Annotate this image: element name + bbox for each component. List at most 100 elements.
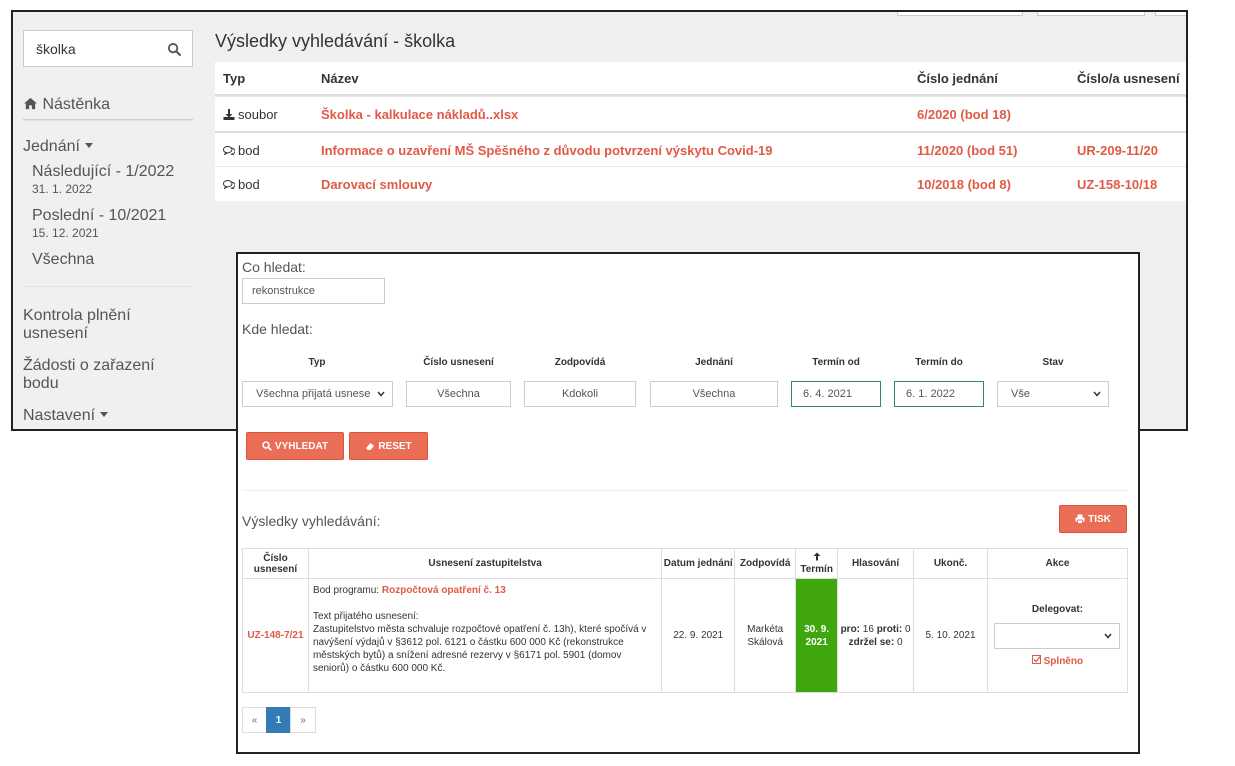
page-title: Výsledky vyhledávání - školka [215,31,456,51]
sidebar-item-dashboard[interactable]: Nástěnka [23,96,110,114]
row-type: bod [223,143,260,158]
pager-next[interactable]: » [290,707,316,733]
header-cislo-usneseni: Číslo/a usnesení [1077,71,1180,86]
query-input-value: rekonstrukce [252,285,315,297]
resolution-number-input[interactable]: Všechna [406,381,511,407]
sort-up-icon [813,552,821,561]
mark-done-link[interactable]: Splněno [988,655,1127,667]
col-datum[interactable]: Datum jednání [661,548,736,579]
resolution-link[interactable]: UR-209-11/20 [1077,143,1158,158]
result-link[interactable]: Školka - kalkulace nákladů..xlsx [321,107,518,122]
votes-for-label: pro: [840,623,861,635]
sidebar-item-label: Nastavení [23,407,96,424]
responsible-first-name: Markéta [747,623,784,635]
deadline-cell: 30. 9. 2021 [795,578,839,693]
filter-label-jednani: Jednání [695,357,733,368]
meeting-link[interactable]: 6/2020 (bod 18) [917,107,1011,122]
responsible-last-name: Skálová [747,636,783,648]
sidebar-item-control[interactable]: Kontrola plnění usnesení [23,307,183,343]
date-to-input[interactable]: 6. 1. 2022 [894,381,984,407]
sidebar-item-requests[interactable]: Žádosti o zařazení bodu [23,357,183,393]
chevron-down-icon [1093,391,1101,397]
print-button[interactable]: TISK [1059,505,1127,533]
col-termin-label: Termín [800,564,833,575]
responsible-input[interactable]: Kdokoli [524,381,636,407]
print-icon [1075,514,1085,524]
sidebar-item-next-meeting[interactable]: Následující - 1/2022 [32,163,174,181]
col-cislo[interactable]: Číslo usnesení [242,548,309,579]
header-cislo-jednani: Číslo jednání [917,71,998,86]
row-type-label: bod [238,143,260,158]
filter-label-cislo: Číslo usnesení [423,357,494,368]
filter-label-termin-do: Termín do [915,357,963,368]
home-icon [24,97,37,110]
votes-against: 0 [905,623,911,635]
filter-label-zodpovida: Zodpovídá [554,357,606,368]
filter-label-termin-od: Termín od [812,357,860,368]
bod-link[interactable]: Rozpočtová opatření č. 13 [382,585,506,596]
col-hlasovani[interactable]: Hlasování [837,548,915,579]
sidebar-item-settings[interactable]: Nastavení [23,407,109,425]
search-input-value: školka [36,41,76,57]
query-input[interactable]: rekonstrukce [242,278,385,304]
col-usneseni[interactable]: Usnesení zastupitelstva [307,548,663,579]
top-tab[interactable] [1155,12,1186,16]
table-row: soubor Školka - kalkulace nákladů..xlsx … [215,96,1186,131]
kde-hledat-label: Kde hledat: [242,321,313,337]
row-type-label: soubor [238,107,278,122]
date-to-value: 6. 1. 2022 [906,388,955,400]
top-tab[interactable] [1037,12,1145,16]
comments-icon [223,146,235,156]
col-termin[interactable]: Termín [795,548,839,579]
votes-against-label: proti: [876,623,903,635]
delegate-select[interactable] [994,623,1121,649]
text-label: Text přijatého usnesení: [312,611,419,622]
sidebar-item-meetings[interactable]: Jednání [23,138,93,156]
meeting-link[interactable]: 10/2018 (bod 8) [917,177,1011,192]
last-meeting-date: 15. 12. 2021 [32,226,99,240]
votes-abstain: 0 [896,636,903,648]
row-type-label: bod [238,177,260,192]
result-link[interactable]: Informace o uzavření MŠ Spěšného z důvod… [321,143,772,158]
sidebar-item-all-meetings[interactable]: Všechna [32,251,94,269]
header-typ: Typ [223,71,246,86]
meeting-link[interactable]: 11/2020 (bod 51) [917,143,1017,158]
votes-for: 16 [862,623,874,635]
meeting-input[interactable]: Všechna [650,381,778,407]
resolution-number-link[interactable]: UZ-148-7/21 [242,578,309,693]
filter-label-typ: Typ [308,357,326,368]
type-select[interactable]: Všechna přijatá usnese [242,381,393,407]
download-icon [223,109,235,120]
filter-label-stav: Stav [1042,357,1064,368]
chevron-down-icon [377,391,385,397]
result-link[interactable]: Darovací smlouvy [321,177,432,192]
resolution-description: Bod programu: Rozpočtová opatření č. 13 … [307,578,663,693]
pager-page-1[interactable]: 1 [266,707,291,733]
resolution-link[interactable]: UZ-158-10/18 [1077,177,1157,192]
actions-cell: Delegovat: Splněno [986,578,1129,693]
pager-prev[interactable]: « [242,707,267,733]
divider [23,286,193,287]
completion-date: 5. 10. 2021 [913,578,988,693]
col-ukonc[interactable]: Ukonč. [913,548,988,579]
sidebar-item-last-meeting[interactable]: Poslední - 10/2021 [32,207,166,225]
status-select[interactable]: Vše [997,381,1109,407]
search-icon[interactable] [167,42,182,57]
sidebar-item-label: Jednání [23,138,80,155]
check-square-icon [1031,655,1041,664]
search-input[interactable]: školka [23,30,193,67]
table-row: bod Informace o uzavření MŠ Spěšného z d… [215,131,1186,166]
resolution-number[interactable]: UZ-148-7/21 [247,630,303,641]
reset-button[interactable]: RESET [349,432,428,460]
type-select-value: Všechna přijatá usnese [256,388,371,400]
results-heading: Výsledky vyhledávání: [242,513,381,529]
divider [242,490,1128,491]
results-table: Typ Název Číslo jednání Číslo/a usnesení… [215,62,1186,201]
col-zodpovida[interactable]: Zodpovídá [734,548,797,579]
date-from-input[interactable]: 6. 4. 2021 [791,381,881,407]
table-row: UZ-148-7/21 Bod programu: Rozpočtová opa… [242,578,1129,693]
top-tab[interactable] [897,12,1023,16]
search-form-window: Co hledat: rekonstrukce Kde hledat: Typ … [236,252,1140,754]
search-button[interactable]: VYHLEDAT [246,432,344,460]
col-akce: Akce [986,548,1129,579]
